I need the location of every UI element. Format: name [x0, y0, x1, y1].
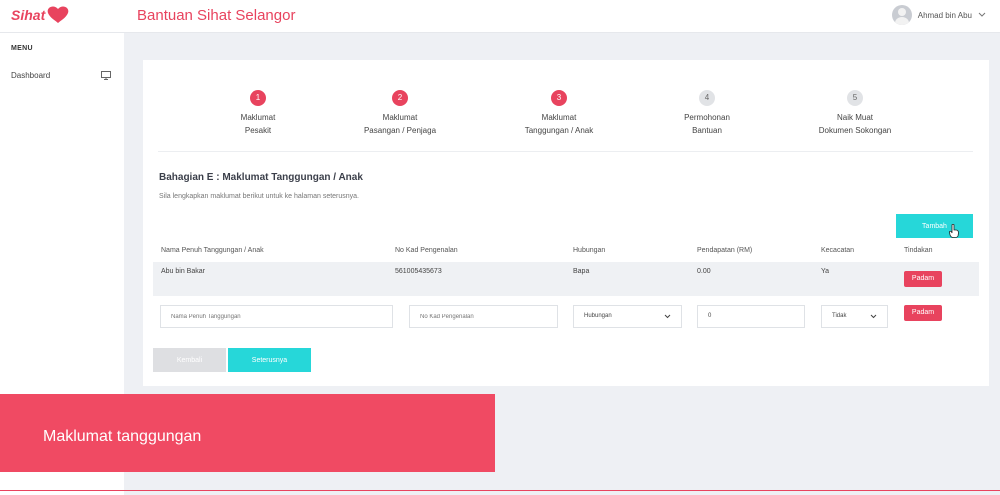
- income-value: 0: [708, 313, 712, 319]
- chevron-down-icon: [870, 314, 877, 319]
- step-label: Permohonan: [684, 113, 730, 122]
- cell-relationship: Bapa: [573, 268, 590, 275]
- step-5: 5 Naik Muat Dokumen Sokongan: [790, 90, 920, 137]
- sihat-logo[interactable]: Sihat: [10, 5, 74, 25]
- step-number: 5: [847, 90, 863, 106]
- column-header-disability: Kecacatan: [821, 247, 855, 254]
- next-button[interactable]: Seterusnya: [228, 348, 311, 372]
- step-sublabel: Bantuan: [692, 126, 722, 135]
- column-header-relationship: Hubungan: [573, 247, 606, 254]
- app-title: Bantuan Sihat Selangor: [137, 7, 296, 24]
- step-sublabel: Tanggungan / Anak: [524, 126, 594, 135]
- step-number: 4: [699, 90, 715, 106]
- cell-ic: 561005435673: [395, 268, 442, 275]
- disability-select[interactable]: Tidak: [821, 305, 888, 328]
- column-header-name: Nama Penuh Tanggungan / Anak: [161, 247, 264, 254]
- caption-text: Maklumat tanggungan: [43, 428, 202, 445]
- add-button[interactable]: Tambah: [896, 214, 973, 238]
- step-sublabel: Pasangan / Penjaga: [363, 126, 437, 135]
- step-number: 2: [392, 90, 408, 106]
- step-sublabel: Dokumen Sokongan: [818, 126, 892, 135]
- column-header-action: Tindakan: [904, 247, 933, 254]
- step-label: Maklumat: [240, 113, 276, 122]
- user-name: Ahmad bin Abu: [917, 10, 972, 20]
- avatar[interactable]: [891, 5, 912, 25]
- sidebar-item-dashboard[interactable]: Dashboard: [11, 71, 111, 80]
- step-label: Naik Muat: [836, 113, 873, 122]
- delete-button[interactable]: Padam: [904, 305, 942, 321]
- cell-name: Abu bin Bakar: [161, 268, 205, 275]
- section-title: Bahagian E : Maklumat Tanggungan / Anak: [159, 172, 363, 183]
- dependent-name-input[interactable]: [160, 305, 393, 328]
- divider: [0, 490, 1000, 491]
- column-header-ic: No Kad Pengenalan: [395, 247, 458, 254]
- logo-text: Sihat: [11, 7, 47, 23]
- section-description: Sila lengkapkan maklumat berikut untuk k…: [159, 193, 359, 200]
- step-number: 3: [551, 90, 567, 106]
- column-header-income: Pendapatan (RM): [697, 247, 753, 254]
- sidebar-item-label: Dashboard: [11, 71, 51, 80]
- step-label: Maklumat: [541, 113, 577, 122]
- menu-label: MENU: [11, 45, 33, 52]
- cell-income: 0.00: [697, 268, 711, 275]
- step-2: 2 Maklumat Pasangan / Penjaga: [335, 90, 465, 137]
- step-3: 3 Maklumat Tanggungan / Anak: [494, 90, 624, 137]
- caption-banner: Maklumat tanggungan: [0, 394, 495, 472]
- step-1: 1 Maklumat Pesakit: [193, 90, 323, 137]
- step-label: Maklumat: [382, 113, 418, 122]
- step-number: 1: [250, 90, 266, 106]
- step-sublabel: Pesakit: [244, 126, 272, 135]
- table-row: [153, 262, 979, 296]
- back-button[interactable]: Kembali: [153, 348, 226, 372]
- step-4: 4 Permohonan Bantuan: [642, 90, 772, 137]
- top-bar: Sihat Bantuan Sihat Selangor Ahmad bin A…: [0, 0, 1000, 33]
- relationship-value: Hubungan: [584, 313, 612, 319]
- chevron-down-icon: [664, 314, 671, 319]
- delete-button[interactable]: Padam: [904, 271, 942, 287]
- user-menu[interactable]: Ahmad bin Abu: [891, 5, 986, 25]
- ic-number-input[interactable]: [409, 305, 558, 328]
- hand-cursor-icon: [949, 224, 959, 238]
- disability-value: Tidak: [832, 313, 847, 319]
- relationship-select[interactable]: Hubungan: [573, 305, 682, 328]
- divider: [158, 151, 973, 152]
- cell-disability: Ya: [821, 268, 830, 275]
- monitor-icon: [101, 71, 111, 80]
- form-card: 1 Maklumat Pesakit 2 Maklumat Pasangan /…: [143, 60, 989, 386]
- chevron-down-icon: [978, 12, 986, 17]
- income-input[interactable]: 0: [697, 305, 805, 328]
